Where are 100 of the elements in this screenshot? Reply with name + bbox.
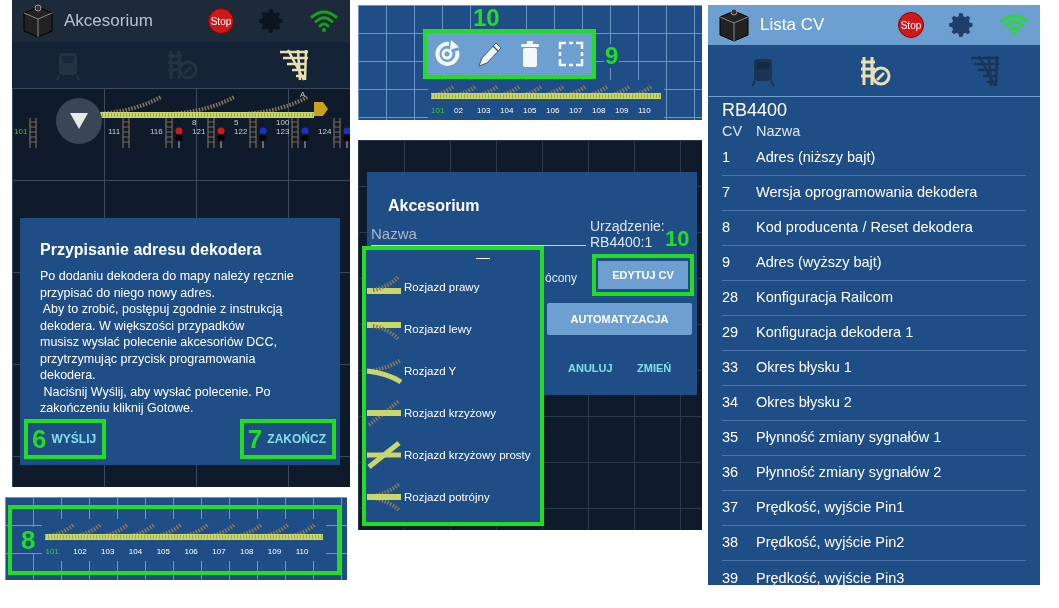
track-label: 101 [14,127,28,136]
callout-number: 10 [665,228,690,250]
callout-number: 6 [32,426,47,452]
track-label: 110 [638,105,652,117]
list-row[interactable]: 28 Konfiguracja Railcom [722,281,1026,316]
table-cell-text: Płynność zmiany sygnałów 1 [756,428,942,448]
list-item-label: Rozjazd potrójny [404,490,491,504]
device-name: RB4400 [722,99,789,121]
dialog-button[interactable]: WYŚLIJ [49,430,99,448]
column-header: CV [722,122,744,141]
track-label: 8 [192,118,198,127]
list-row[interactable]: 38 Prędkość, wyjście Pin2 [722,526,1026,561]
list-row[interactable]: 33 Okres błysku 1 [722,351,1026,386]
track-label: 109 [267,546,283,558]
cancel-button[interactable]: ANULUJ [568,360,613,377]
turnout-icon [366,441,402,469]
track-grid-icon [968,53,1001,88]
track-label: 107 [569,105,584,117]
list-row[interactable]: 39 Prędkość, wyjście Pin3 [722,561,1026,585]
table-cell-text: Kod producenta / Reset dekodera [756,218,973,238]
track-label: 105 [156,546,171,558]
table-cell-text: 39 [722,568,740,585]
list-row[interactable]: 29 Konfiguracja dekodera 1 [722,316,1026,351]
rail-drawing [333,118,342,148]
dialog-button[interactable]: ZAKOŃCZ [265,430,328,448]
list-row[interactable]: 7 Wersja oprogramowania dekodera [722,176,1026,211]
list-item[interactable]: Rozjazd potrójny [366,476,540,518]
list-row[interactable]: 34 Okres błysku 2 [722,386,1026,421]
dropdown-button[interactable] [56,98,102,144]
rail-drawing [291,118,300,148]
table-cell-text: 36 [722,463,740,483]
track-label: 101 [45,546,60,558]
track-grid-icon [277,48,310,82]
list-item-label: Rozjazd lewy [404,322,473,336]
list-row[interactable]: 37 Prędkość, wyjście Pin1 [722,491,1026,526]
table-cell-text: 34 [722,393,740,413]
screen-title: Akcesorium [64,10,154,33]
track-label: 107 [212,546,227,558]
track-label: 110 [295,546,310,558]
track-label: 109 [615,105,630,117]
down-triangle-icon [70,113,88,129]
rail-drawing [29,118,38,148]
logo-icon [716,7,752,43]
stop-button[interactable]: Stop [898,12,924,38]
dropdown-mark: — [476,250,490,266]
list-item-label: Rozjazd krzyżowy prosty [404,448,532,462]
list-row[interactable]: 8 Kod producenta / Reset dekodera [722,211,1026,246]
track-label: 122 [234,127,248,136]
wifi-icon [1000,13,1028,37]
table-cell-text: 7 [722,183,732,203]
track-label: 103 [477,105,492,117]
callout-number: 8 [20,527,37,553]
track-label: 103 [101,546,116,558]
track-label: 104 [128,546,144,558]
table-cell-text: Adres (niższy bajt) [756,148,876,168]
list-row[interactable]: 35 Płynność zmiany sygnałów 1 [722,421,1026,456]
turnout-icon [366,399,402,427]
change-button[interactable]: ZMIEŃ [637,360,672,377]
table-cell-text: Konfiguracja Railcom [756,288,893,308]
table-cell-text: Prędkość, wyjście Pin2 [756,533,905,553]
list-row[interactable]: 1 Adres (niższy bajt) [722,141,1026,176]
table-cell-text: 8 [722,218,732,238]
stop-button[interactable]: Stop [208,8,234,34]
track-end-icon [314,102,328,116]
screen-title: Lista CV [760,14,826,37]
wifi-icon [310,9,338,33]
table-cell-text: 37 [722,498,740,518]
table-cell-text: 38 [722,533,740,553]
track-label: 108 [592,105,607,117]
table-cell-text: Wersja oprogramowania dekodera [756,183,978,203]
table-cell-text: Płynność zmiany sygnałów 2 [756,463,942,483]
list-row[interactable]: 9 Adres (wyższy bajt) [722,246,1026,281]
covered-label: ócony [545,270,578,287]
table-cell-text: 1 [722,148,732,168]
callout-number: 10 [472,6,501,30]
track-label: 121 [192,127,206,136]
list-item[interactable]: Rozjazd prawy [366,266,540,308]
rail-drawing [122,118,131,148]
list-item[interactable]: Rozjazd Y [366,350,540,392]
table-cell-text: 35 [722,428,740,448]
track-label: 111 [108,127,121,136]
list-item[interactable]: Rozjazd krzyżowy prosty [366,434,540,476]
device-value: RB4400:1 [590,234,653,250]
track-label: 123 [276,127,290,136]
list-row[interactable]: 36 Płynność zmiany sygnałów 2 [722,456,1026,491]
logo-icon [20,3,56,39]
table-cell-text: Prędkość, wyjście Pin1 [756,498,905,518]
device-label: Urządzenie: [590,218,665,234]
rail-drawing [207,118,216,148]
callout-number: 7 [247,426,263,452]
table-cell-text: Prędkość, wyjście Pin3 [756,568,905,585]
signal-icon [343,127,350,149]
dialog-title: Przypisanie adresu dekodera [40,240,263,260]
rail-drawing [249,118,258,148]
list-item[interactable]: Rozjazd krzyżowy [366,392,540,434]
settings-icon[interactable] [948,11,976,39]
list-item[interactable]: Rozjazd lewy [366,308,540,350]
list-item-label: Rozjazd krzyżowy [404,406,498,420]
table-cell-text: Okres błysku 2 [756,393,852,413]
signal-icon [217,127,226,149]
